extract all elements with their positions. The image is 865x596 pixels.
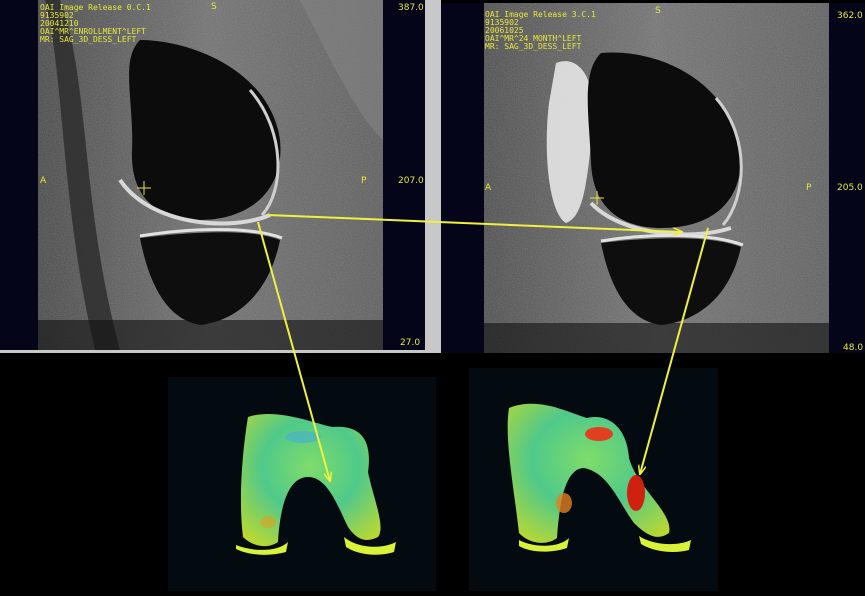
cartilage-map-followup-panel	[469, 368, 718, 591]
knee-mri-image-followup	[484, 3, 829, 353]
orientation-top: S	[655, 6, 661, 16]
info-line: MR: SAG_3D_DESS_LEFT	[40, 35, 137, 44]
cartilage-thickness-map-followup	[507, 403, 691, 552]
scale-top: 362.0	[837, 11, 863, 21]
orientation-left: A	[40, 176, 47, 186]
scale-top: 387.0	[398, 3, 424, 13]
orientation-right: P	[806, 183, 812, 193]
orientation-top: S	[211, 2, 217, 12]
scale-mid: 207.0	[398, 176, 424, 186]
viewer-separator-bottom-left	[0, 350, 441, 353]
orientation-right: P	[361, 176, 367, 186]
viewer-separator[interactable]	[425, 0, 441, 353]
scale-mid: 205.0	[837, 183, 863, 193]
mri-viewer-followup[interactable]: OAI Image Release 3.C.1 9135902 20061025…	[441, 3, 865, 353]
scale-bottom: 48.0	[843, 343, 864, 353]
knee-mri-image-baseline	[38, 0, 383, 350]
mri-viewer-baseline[interactable]: OAI Image Release 0.C.1 9135902 20041210…	[0, 0, 425, 350]
info-line: MR: SAG_3D_DESS_LEFT	[485, 42, 582, 51]
cartilage-map-baseline-panel	[168, 377, 436, 591]
cartilage-thickness-map-baseline	[236, 413, 396, 555]
scale-bottom: 27.0	[400, 338, 421, 348]
orientation-left: A	[485, 183, 492, 193]
